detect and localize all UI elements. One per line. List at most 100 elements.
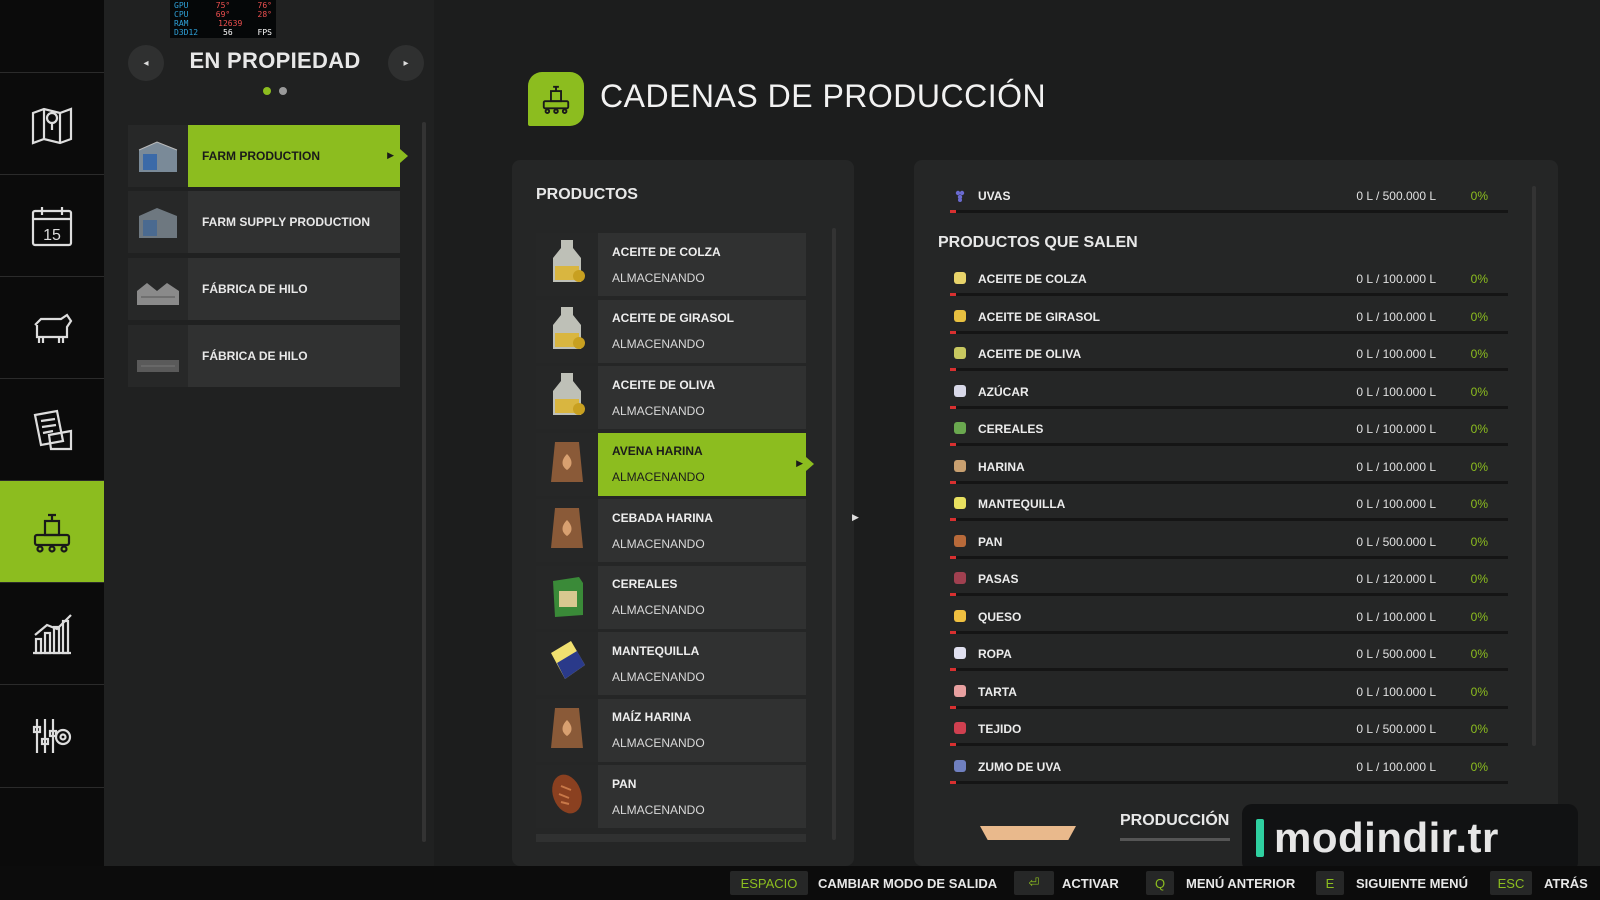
product-item[interactable]: ACEITE DE COLZA ALMACENANDO [536,233,806,296]
product-icon [954,309,966,322]
product-icon [954,534,966,547]
output-row[interactable]: CEREALES 0 L / 100.000 L 0% [950,416,1508,453]
output-fill-bar [950,405,1508,409]
output-percent: 0% [1470,722,1488,736]
nav-contracts[interactable] [0,378,104,481]
product-item[interactable]: CEREALES ALMACENANDO [536,565,806,629]
stats-icon [33,614,72,655]
butter-icon [543,635,591,692]
product-name: ACEITE DE OLIVA [612,377,716,392]
output-row[interactable]: ZUMO DE UVA 0 L / 100.000 L 0% [950,754,1508,791]
output-fill-bar [950,480,1508,484]
product-item[interactable]: ACEITE DE GIRASOL ALMACENANDO [536,299,806,363]
output-name: HARINA [978,459,1025,474]
key-q[interactable]: Q [1146,871,1174,895]
output-percent: 0% [1470,647,1488,661]
output-amount: 0 L / 100.000 L [1356,309,1436,324]
action-menu-anterior[interactable]: MENÚ ANTERIOR [1186,876,1295,891]
output-row[interactable]: AZÚCAR 0 L / 100.000 L 0% [950,379,1508,416]
next-page-button[interactable]: ▸ [388,45,424,81]
product-name: CEREALES [612,577,678,591]
nav-production[interactable] [0,480,112,583]
owned-item-fabrica-hilo-1[interactable]: FÁBRICA DE HILO [128,258,400,320]
chevron-right-icon: ▶ [796,457,803,468]
product-status: ALMACENANDO [612,736,705,750]
product-icon [954,347,966,359]
owned-item-label: FARM PRODUCTION [188,125,400,187]
page-dot-2[interactable] [279,87,287,95]
product-name: ACEITE DE COLZA [612,244,721,259]
nav-map[interactable] [0,72,104,175]
key-esc[interactable]: ESC [1490,871,1532,895]
watermark-bar [1256,819,1264,857]
action-cambiar-modo[interactable]: CAMBIAR MODO DE SALIDA [818,876,997,891]
owned-item-fabrica-hilo-2[interactable]: FÁBRICA DE HILO [128,325,400,387]
output-row[interactable]: PASAS 0 L / 120.000 L 0% [950,566,1508,603]
output-row[interactable]: TEJIDO 0 L / 500.000 L 0% [950,716,1508,753]
output-row[interactable]: ROPA 0 L / 500.000 L 0% [950,641,1508,678]
output-fill-bar [950,293,1508,296]
prev-page-button[interactable]: ◂ [128,45,164,81]
product-status: ALMACENANDO [612,603,705,617]
page-dot-1[interactable] [263,87,271,95]
output-amount: 0 L / 100.000 L [1356,684,1436,699]
product-icon-cell [536,565,598,629]
nav-settings[interactable] [0,684,104,788]
production-underline [1120,838,1230,841]
output-name: ROPA [978,647,1012,661]
output-fill-bar [950,555,1508,559]
product-icon [954,422,966,434]
action-activar[interactable]: ACTIVAR [1062,876,1119,891]
products-scrollbar[interactable] [832,228,836,840]
key-espacio[interactable]: ESPACIO [730,871,808,895]
product-item[interactable]: ACEITE DE OLIVA ALMACENANDO [536,366,806,429]
output-row[interactable]: HARINA 0 L / 100.000 L 0% [950,454,1508,491]
owned-scrollbar[interactable] [422,122,426,842]
nav-animals[interactable] [0,276,104,379]
product-item[interactable]: AVENA HARINA ALMACENANDO ▶ [536,432,814,496]
output-fill-bar [950,780,1508,784]
key-enter-icon[interactable]: ⏎ [1014,871,1054,895]
product-item[interactable]: CEBADA HARINA ALMACENANDO [536,499,806,562]
product-icon-cell [536,432,598,496]
output-fill-bar [950,630,1508,634]
output-amount: 0 L / 120.000 L [1356,572,1436,586]
product-item[interactable]: PAN ALMACENANDO [536,765,806,828]
output-name: AZÚCAR [978,384,1029,399]
output-row[interactable]: ACEITE DE OLIVA 0 L / 100.000 L 0% [950,341,1508,378]
output-row[interactable]: ACEITE DE GIRASOL 0 L / 100.000 L 0% [950,304,1508,341]
output-percent: 0% [1470,459,1488,474]
product-name: ACEITE DE GIRASOL [612,311,735,325]
product-icon [954,722,966,734]
output-row[interactable]: MANTEQUILLA 0 L / 100.000 L 0% [950,491,1508,528]
owned-item-label: FÁBRICA DE HILO [202,282,308,296]
detail-scrollbar[interactable] [1532,186,1536,746]
product-item[interactable]: MAÍZ HARINA ALMACENANDO [536,698,806,762]
building-thumbnail [128,258,188,320]
outputs-title: PRODUCTOS QUE SALEN [938,234,1138,251]
owned-item-farm-supply[interactable]: FARM SUPPLY PRODUCTION [128,191,400,253]
product-name: CEBADA HARINA [612,510,713,525]
product-status: ALMACENANDO [612,669,705,684]
output-row[interactable]: QUESO 0 L / 100.000 L 0% [950,604,1508,641]
output-row[interactable]: ACEITE DE COLZA 0 L / 100.000 L 0% [950,266,1508,303]
action-atras[interactable]: ATRÁS [1544,876,1588,891]
map-icon [31,107,73,145]
product-icon [954,684,966,697]
output-amount: 0 L / 100.000 L [1356,759,1436,774]
output-fill-bar [950,368,1508,371]
nav-calendar[interactable]: 15 [0,174,104,277]
nav-statistics[interactable] [0,582,104,685]
action-siguiente-menu[interactable]: SIGUIENTE MENÚ [1356,876,1468,891]
owned-item-farm-production[interactable]: FARM PRODUCTION ▶ [128,125,408,187]
product-icon-cell [536,632,598,695]
output-row[interactable]: PAN 0 L / 500.000 L 0% [950,529,1508,566]
product-name: MANTEQUILLA [612,643,700,658]
output-row[interactable]: TARTA 0 L / 100.000 L 0% [950,679,1508,716]
key-e[interactable]: E [1316,871,1344,895]
contract-icon [33,409,73,451]
output-amount: 0 L / 500.000 L [1356,647,1436,661]
product-item[interactable]: MANTEQUILLA ALMACENANDO [536,632,806,695]
expand-arrow-icon[interactable]: ▶ [852,512,859,523]
product-icon [954,572,966,584]
